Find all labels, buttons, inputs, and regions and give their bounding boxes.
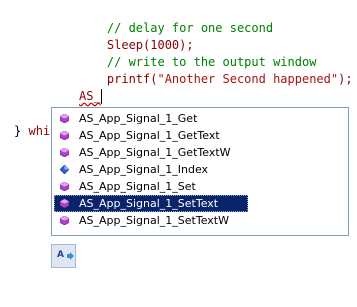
method-icon: [60, 114, 69, 123]
code-line-comment-write: // write to the output window: [78, 38, 317, 69]
autocomplete-item[interactable]: AS_App_Signal_1_Index: [54, 161, 248, 178]
code-line-printf: printf("Another Second happened");: [78, 55, 353, 86]
method-icon: [60, 216, 69, 225]
autocomplete-item-label: AS_App_Signal_1_Index: [79, 163, 209, 176]
autocomplete-item[interactable]: AS_App_Signal_1_Get: [54, 110, 248, 127]
autocomplete-item-label: AS_App_Signal_1_Set: [79, 180, 196, 193]
code-line-sleep: Sleep(1000);: [78, 21, 194, 52]
autocomplete-item-selected[interactable]: AS_App_Signal_1_SetText: [54, 195, 248, 212]
method-icon: [60, 148, 69, 157]
autocomplete-item-label: AS_App_Signal_1_SetTextW: [79, 214, 229, 227]
method-icon: [60, 199, 69, 208]
autocomplete-item[interactable]: AS_App_Signal_1_Set: [54, 178, 248, 195]
autocomplete-list[interactable]: AS_App_Signal_1_Get AS_App_Signal_1_GetT…: [51, 107, 349, 236]
while-keyword-partial: whi: [28, 124, 51, 138]
autocomplete-item-label: AS_App_Signal_1_SetText: [79, 197, 219, 210]
autocomplete-item[interactable]: AS_App_Signal_1_GetTextW: [54, 144, 248, 161]
typed-identifier: AS_: [79, 89, 101, 103]
field-icon: [60, 165, 69, 174]
printf-prefix: printf(: [106, 72, 158, 86]
closing-brace: }: [14, 124, 22, 138]
code-line-while: } whi: [14, 123, 50, 139]
autocomplete-item-label: AS_App_Signal_1_GetTextW: [79, 146, 231, 159]
method-icon: [60, 182, 69, 191]
autocomplete-item-label: AS_App_Signal_1_Get: [79, 112, 198, 125]
autocomplete-item[interactable]: AS_App_Signal_1_GetText: [54, 127, 248, 144]
printf-string: "Another Second happened": [157, 72, 339, 86]
autocomplete-item[interactable]: AS_App_Signal_1_SetTextW: [54, 212, 248, 229]
autocomplete-filter-button[interactable]: A: [51, 244, 76, 268]
text-caret: [101, 89, 102, 104]
method-icon: [60, 131, 69, 140]
autocomplete-item-label: AS_App_Signal_1_GetText: [79, 129, 220, 142]
filter-icon-letter: A: [57, 250, 64, 260]
printf-suffix: );: [338, 72, 353, 86]
code-line-comment-delay: // delay for one second: [78, 4, 273, 35]
arrow-right-icon: [67, 252, 74, 260]
